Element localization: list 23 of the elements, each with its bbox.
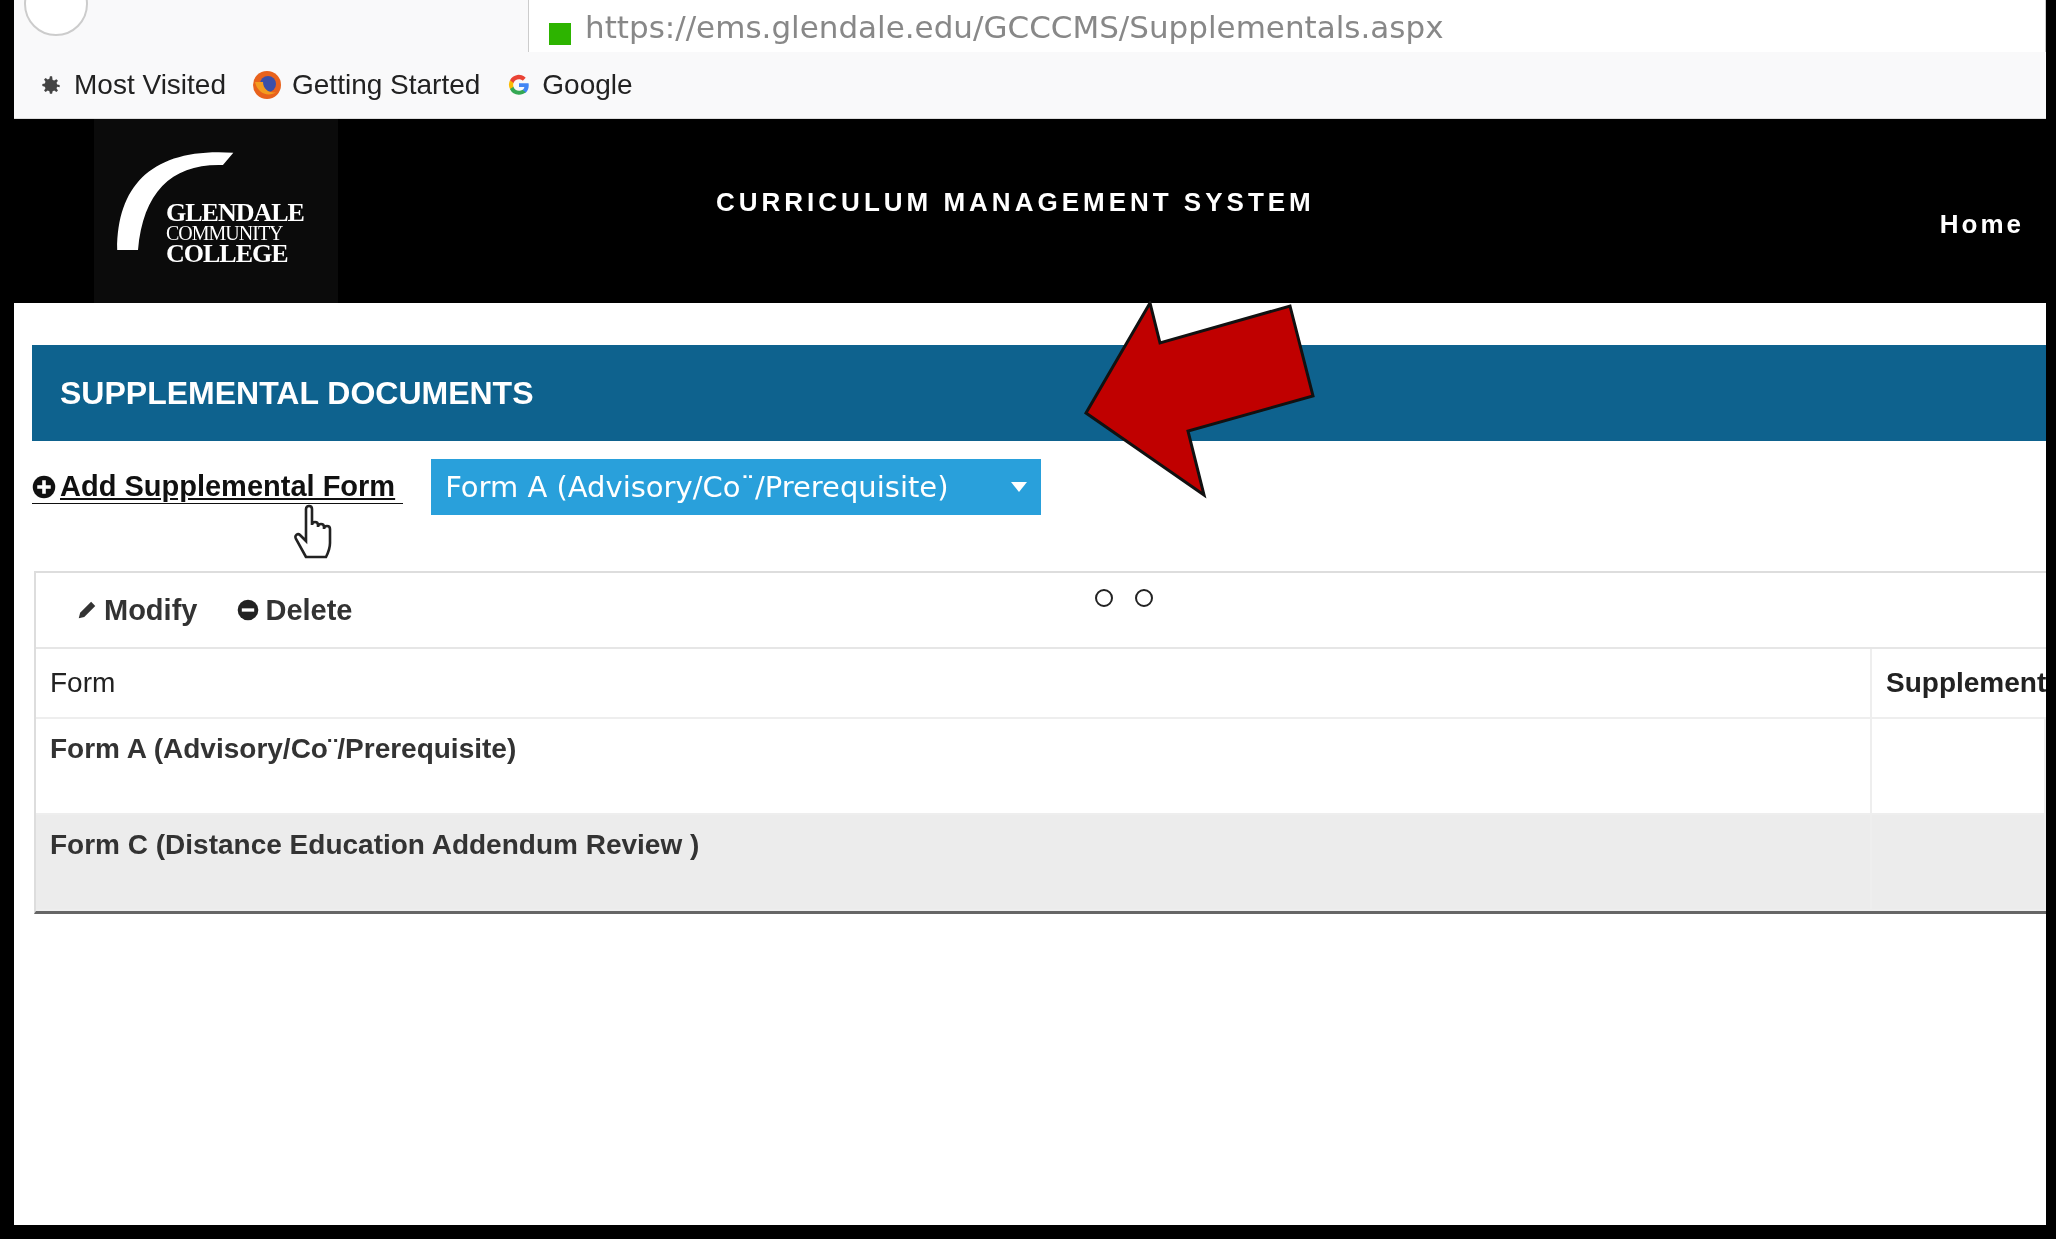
college-logo[interactable]: GLENDALE COMMUNITY COLLEGE: [94, 119, 338, 303]
firefox-icon: [252, 70, 282, 100]
toolbar-button[interactable]: Modify: [76, 593, 198, 627]
column-header[interactable]: Form: [36, 649, 1872, 717]
site-title: CURRICULUM MANAGEMENT SYSTEM: [716, 187, 1315, 219]
caret-icon: [1011, 482, 1028, 492]
url-text: https://ems.glendale.edu/GCCCMS/Supplementals.aspx: [585, 9, 1444, 45]
toolbar-button[interactable]: Delete: [237, 593, 353, 627]
nav-link[interactable]: Home: [1939, 209, 2024, 239]
secure-icon: [549, 23, 571, 45]
pencil-icon: [76, 599, 98, 621]
bookmark-link[interactable]: Google: [542, 69, 633, 101]
minus-circle-icon: [237, 599, 260, 621]
section-title: SUPPLEMENTAL DOCUMENTS: [32, 345, 2046, 441]
table-cell: Form A (Advisory/Co¨/Prerequisite): [36, 719, 1872, 813]
bookmark-link[interactable]: Getting Started: [292, 69, 481, 101]
column-header[interactable]: Supplement: [1872, 649, 2046, 717]
plus-circle-icon: [32, 474, 56, 499]
address-bar[interactable]: https://ems.glendale.edu/GCCCMS/Supplementals.aspx: [528, 0, 2046, 52]
bookmark-link[interactable]: Most Visited: [74, 69, 226, 101]
loading-dots-icon: [1092, 587, 1156, 609]
table-cell: Form C (Distance Education Addendum Review ): [36, 815, 1872, 909]
add-supplemental-form-link[interactable]: Add Supplemental Form: [32, 470, 404, 504]
